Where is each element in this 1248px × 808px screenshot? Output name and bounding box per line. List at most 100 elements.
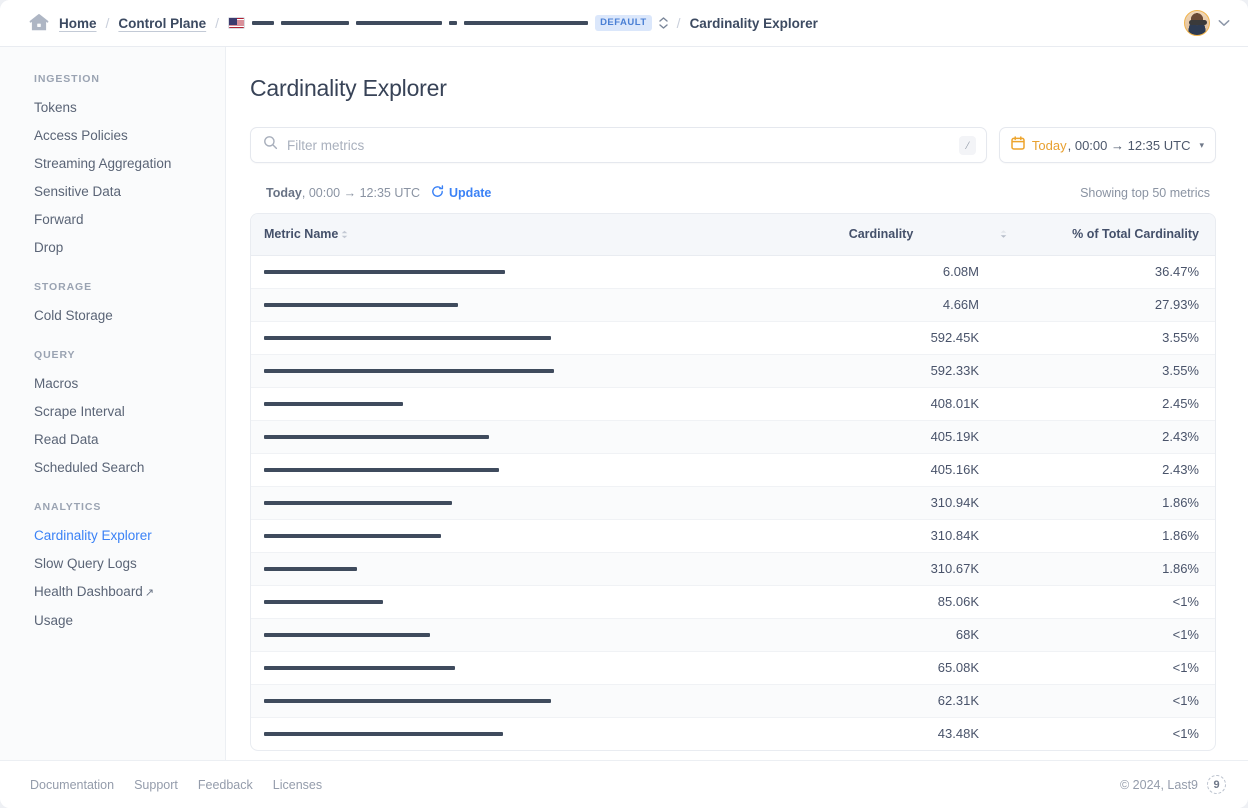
footer-link-licenses[interactable]: Licenses	[273, 778, 322, 792]
sidebar-item-label: Read Data	[34, 432, 99, 447]
table-row[interactable]: 6.08M36.47%	[251, 255, 1215, 288]
redacted-metric-name-bar	[264, 567, 357, 571]
footer-link-support[interactable]: Support	[134, 778, 178, 792]
cell-pct-of-total: 36.47%	[1031, 255, 1215, 288]
sort-icon-cardinality[interactable]	[1000, 230, 1007, 239]
footer-right: © 2024, Last9 9	[1120, 775, 1226, 794]
body: INGESTIONTokensAccess PoliciesStreaming …	[0, 47, 1248, 760]
redacted-text-bar	[449, 21, 457, 25]
breadcrumb-separator-1: /	[106, 15, 110, 31]
cell-pct-of-total: 2.43%	[1031, 453, 1215, 486]
cell-cardinality: 592.45K	[731, 321, 1031, 354]
breadcrumb-home[interactable]: Home	[59, 16, 97, 31]
footer-link-feedback[interactable]: Feedback	[198, 778, 253, 792]
cell-metric-name	[251, 651, 731, 684]
metrics-table-head: Metric Name Cardinality	[251, 214, 1215, 255]
table-row[interactable]: 592.45K3.55%	[251, 321, 1215, 354]
column-header-metric-name[interactable]: Metric Name	[251, 214, 731, 255]
table-row[interactable]: 310.94K1.86%	[251, 486, 1215, 519]
redacted-text-bar	[252, 21, 274, 25]
sidebar-item-label: Usage	[34, 613, 73, 628]
cell-cardinality: 43.48K	[731, 717, 1031, 750]
avatar[interactable]	[1184, 10, 1210, 36]
sidebar-item-cardinality-explorer[interactable]: Cardinality Explorer	[0, 522, 225, 550]
cell-pct-of-total: 27.93%	[1031, 288, 1215, 321]
sidebar-item-access-policies[interactable]: Access Policies	[0, 122, 225, 150]
table-row[interactable]: 405.16K2.43%	[251, 453, 1215, 486]
redacted-metric-name-bar	[264, 501, 452, 505]
sidebar-item-label: Scrape Interval	[34, 404, 125, 419]
sidebar-item-streaming-aggregation[interactable]: Streaming Aggregation	[0, 150, 225, 178]
breadcrumb-control-plane[interactable]: Control Plane	[118, 16, 206, 31]
date-range-picker[interactable]: Today , 00:00 → 12:35 UTC ▾	[999, 127, 1216, 163]
breadcrumb-current-page: Cardinality Explorer	[690, 16, 818, 31]
cell-pct-of-total: 2.43%	[1031, 420, 1215, 453]
table-row[interactable]: 85.06K<1%	[251, 585, 1215, 618]
sidebar-item-usage[interactable]: Usage	[0, 607, 225, 635]
column-header-cardinality[interactable]: Cardinality	[731, 214, 1031, 255]
cell-metric-name	[251, 354, 731, 387]
sidebar-item-sensitive-data[interactable]: Sensitive Data	[0, 178, 225, 206]
sidebar-item-macros[interactable]: Macros	[0, 370, 225, 398]
app-window: Home / Control Plane / DEFAULT / Cardina…	[0, 0, 1248, 808]
table-header-row: Metric Name Cardinality	[251, 214, 1215, 255]
cell-pct-of-total: <1%	[1031, 618, 1215, 651]
page-title: Cardinality Explorer	[250, 75, 1216, 102]
table-row[interactable]: 68K<1%	[251, 618, 1215, 651]
cell-metric-name	[251, 387, 731, 420]
cell-cardinality: 4.66M	[731, 288, 1031, 321]
redacted-metric-name-bar	[264, 270, 505, 274]
sidebar-section-storage: STORAGE	[0, 262, 225, 302]
table-row[interactable]: 310.84K1.86%	[251, 519, 1215, 552]
sidebar-item-label: Forward	[34, 212, 84, 227]
redacted-metric-name-bar	[264, 336, 551, 340]
org-selector[interactable]: DEFAULT	[228, 14, 668, 32]
table-row[interactable]: 592.33K3.55%	[251, 354, 1215, 387]
sidebar-item-scheduled-search[interactable]: Scheduled Search	[0, 454, 225, 482]
chevron-down-icon[interactable]: ▾	[1199, 140, 1204, 151]
sidebar-item-label: Macros	[34, 376, 78, 391]
org-switcher-icon[interactable]	[659, 17, 668, 29]
cell-pct-of-total: 3.55%	[1031, 321, 1215, 354]
cell-metric-name	[251, 519, 731, 552]
org-name-redacted	[252, 14, 588, 32]
redacted-metric-name-bar	[264, 633, 430, 637]
home-icon[interactable]	[28, 12, 50, 34]
table-row[interactable]: 408.01K2.45%	[251, 387, 1215, 420]
cell-metric-name	[251, 420, 731, 453]
cell-pct-of-total: 1.86%	[1031, 552, 1215, 585]
footer-links: Documentation Support Feedback Licenses	[30, 778, 322, 792]
sidebar-item-forward[interactable]: Forward	[0, 206, 225, 234]
sidebar-item-read-data[interactable]: Read Data	[0, 426, 225, 454]
table-row[interactable]: 62.31K<1%	[251, 684, 1215, 717]
column-header-pct-of-total[interactable]: % of Total Cardinality	[1031, 214, 1215, 255]
sidebar-item-health-dashboard[interactable]: Health Dashboard↗	[0, 578, 225, 607]
table-row[interactable]: 4.66M27.93%	[251, 288, 1215, 321]
chevron-down-icon[interactable]	[1218, 14, 1230, 32]
showing-count-label: Showing top 50 metrics	[1080, 186, 1210, 200]
update-button[interactable]: Update	[431, 185, 491, 201]
sort-icon-metric-name[interactable]	[341, 230, 348, 239]
table-row[interactable]: 65.08K<1%	[251, 651, 1215, 684]
sidebar-item-tokens[interactable]: Tokens	[0, 94, 225, 122]
cell-pct-of-total: 2.45%	[1031, 387, 1215, 420]
table-row[interactable]: 43.48K<1%	[251, 717, 1215, 750]
sidebar-item-drop[interactable]: Drop	[0, 234, 225, 262]
footer-link-documentation[interactable]: Documentation	[30, 778, 114, 792]
sidebar-item-label: Cardinality Explorer	[34, 528, 152, 543]
cell-cardinality: 310.84K	[731, 519, 1031, 552]
sidebar-item-scrape-interval[interactable]: Scrape Interval	[0, 398, 225, 426]
filter-metrics-field[interactable]: /	[250, 127, 987, 163]
status-time-rest: , 00:00 → 12:35 UTC	[302, 186, 420, 200]
slash-shortcut-key: /	[959, 136, 976, 155]
sidebar-item-cold-storage[interactable]: Cold Storage	[0, 302, 225, 330]
redacted-metric-name-bar	[264, 468, 499, 472]
sidebar-item-label: Cold Storage	[34, 308, 113, 323]
table-row[interactable]: 405.19K2.43%	[251, 420, 1215, 453]
top-bar: Home / Control Plane / DEFAULT / Cardina…	[0, 0, 1248, 47]
search-input[interactable]	[278, 138, 959, 153]
sidebar-item-slow-query-logs[interactable]: Slow Query Logs	[0, 550, 225, 578]
table-row[interactable]: 310.67K1.86%	[251, 552, 1215, 585]
sidebar-item-label: Sensitive Data	[34, 184, 121, 199]
redacted-text-bar	[356, 21, 442, 25]
